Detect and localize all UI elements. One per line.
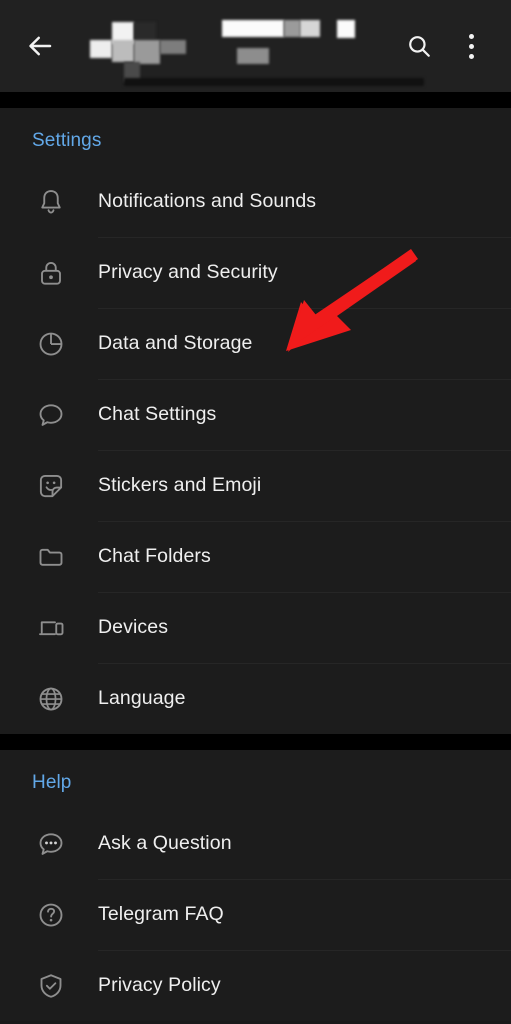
sidebar-item-label: Privacy and Security (98, 261, 278, 283)
sidebar-item-notifications-and-sounds[interactable]: Notifications and Sounds (0, 166, 511, 237)
sidebar-item-label: Ask a Question (98, 832, 232, 854)
sidebar-item-devices[interactable]: Devices (0, 592, 511, 663)
bell-icon (0, 187, 98, 217)
section-title-settings: Settings (32, 130, 102, 151)
sidebar-item-label: Devices (98, 616, 169, 638)
devices-icon (0, 613, 98, 643)
question-circle-icon (0, 900, 98, 930)
folder-icon (0, 542, 98, 572)
sidebar-item-label: Data and Storage (98, 332, 253, 354)
overflow-menu-button[interactable] (445, 20, 497, 72)
back-arrow-icon (29, 36, 52, 56)
sidebar-item-label: Stickers and Emoji (98, 474, 262, 496)
pie-chart-icon (0, 329, 98, 359)
redacted-title (72, 10, 424, 86)
back-button[interactable] (12, 18, 68, 74)
settings-section: Settings Notifications and Sounds Privac… (0, 108, 511, 734)
sidebar-item-label: Language (98, 687, 186, 709)
sidebar-item-label: Telegram FAQ (98, 903, 224, 925)
more-vertical-icon (468, 33, 474, 59)
phone-screen: Settings Notifications and Sounds Privac… (0, 0, 511, 1024)
chat-dots-icon (0, 829, 98, 859)
header-divider (0, 92, 511, 108)
sidebar-item-chat-folders[interactable]: Chat Folders (0, 521, 511, 592)
sidebar-item-label: Chat Settings (98, 403, 217, 425)
sidebar-item-privacy-policy[interactable]: Privacy Policy (0, 950, 511, 1021)
search-icon (409, 36, 430, 57)
sidebar-item-data-and-storage[interactable]: Data and Storage (0, 308, 511, 379)
sidebar-item-ask-a-question[interactable]: Ask a Question (0, 808, 511, 879)
section-title-help: Help (32, 772, 72, 793)
sidebar-item-label: Chat Folders (98, 545, 211, 567)
lock-icon (0, 258, 98, 288)
sidebar-item-telegram-faq[interactable]: Telegram FAQ (0, 879, 511, 950)
sidebar-item-label: Notifications and Sounds (98, 190, 317, 212)
globe-icon (0, 684, 98, 714)
sidebar-item-privacy-and-security[interactable]: Privacy and Security (0, 237, 511, 308)
search-button[interactable] (393, 20, 445, 72)
section-divider (0, 734, 511, 750)
app-bar (0, 0, 511, 92)
help-section: Help Ask a Question Telegram FAQ Privacy… (0, 750, 511, 1021)
speech-bubble-icon (0, 400, 98, 430)
app-bar-actions (393, 20, 497, 72)
sticker-icon (0, 471, 98, 501)
sidebar-item-language[interactable]: Language (0, 663, 511, 734)
shield-check-icon (0, 971, 98, 1001)
sidebar-item-label: Privacy Policy (98, 974, 221, 996)
sidebar-item-stickers-and-emoji[interactable]: Stickers and Emoji (0, 450, 511, 521)
sidebar-item-chat-settings[interactable]: Chat Settings (0, 379, 511, 450)
